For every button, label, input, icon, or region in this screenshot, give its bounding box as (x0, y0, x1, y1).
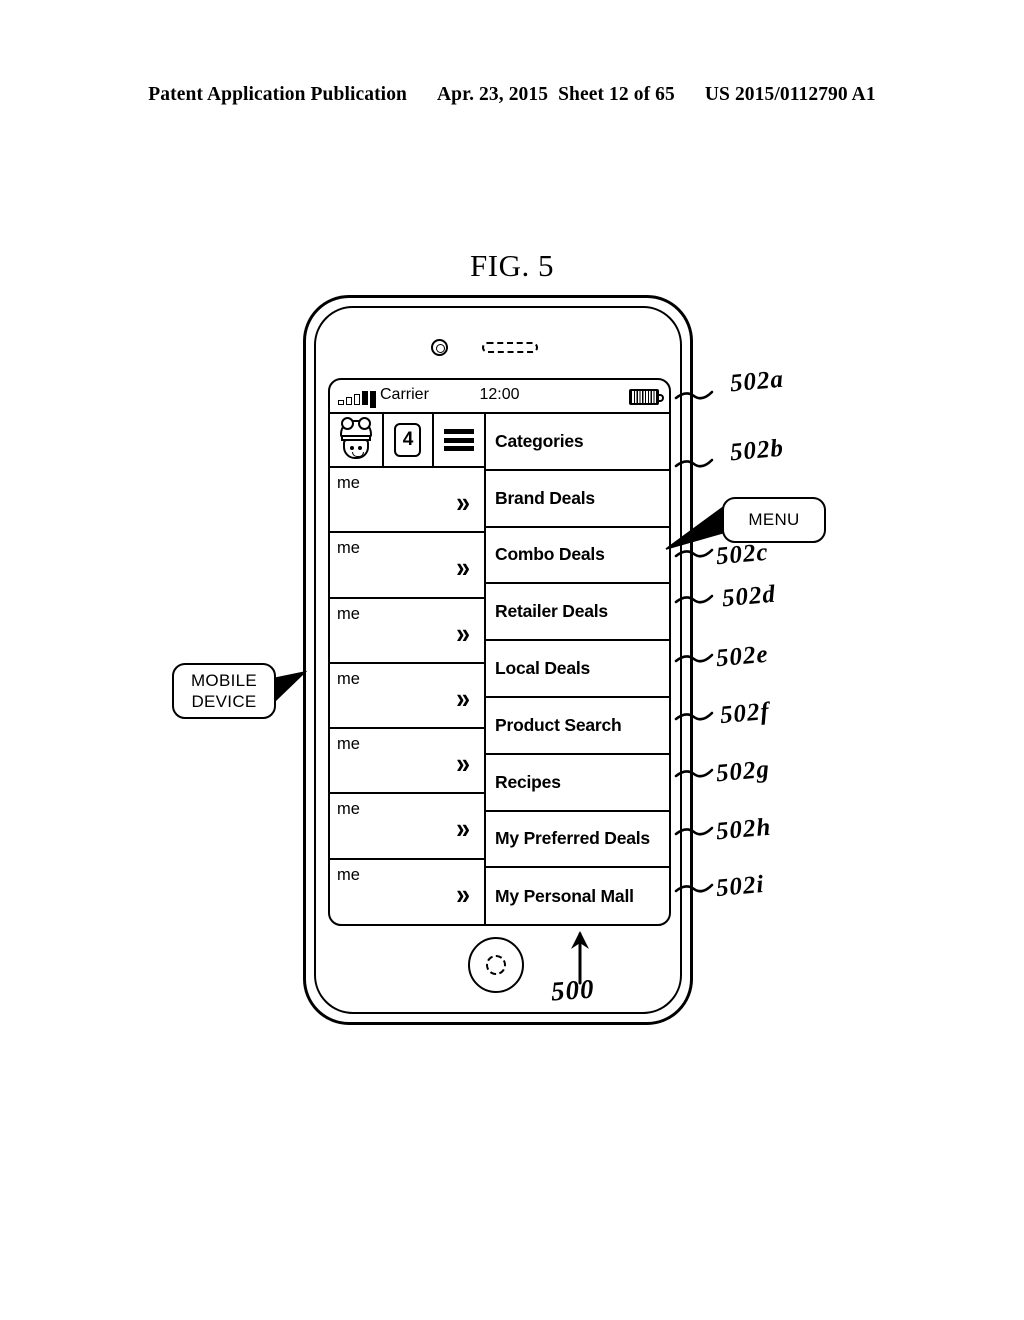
chevron-right-icon: » (456, 878, 470, 911)
count-badge-button[interactable]: 4 (384, 414, 434, 466)
mobile-device: Carrier 12:00 4 me » me » me » me » me »… (303, 295, 693, 1025)
callout-menu-label: MENU (748, 510, 800, 530)
status-bar: Carrier 12:00 (330, 380, 669, 414)
callout-mobile-device: MOBILE DEVICE (172, 663, 276, 719)
ref-numeral-500: 500 (549, 973, 596, 1007)
ref-numeral-502g: 502g (714, 755, 772, 788)
ref-numeral-502d: 502d (720, 580, 778, 613)
chevron-right-icon: » (456, 748, 470, 781)
list-item-label: me (337, 800, 360, 819)
camera-icon (431, 339, 448, 356)
speaker-grille-icon (482, 342, 538, 353)
list-item[interactable]: me » (330, 533, 484, 599)
list-item-label: me (337, 539, 360, 558)
menu-item-product-search[interactable]: Product Search (486, 698, 669, 755)
hamburger-menu-button[interactable] (434, 414, 484, 466)
mobile-device-pointer (275, 670, 308, 702)
publication-header-number: US 2015/0112790 A1 (704, 84, 876, 105)
list-item[interactable]: me » (330, 794, 484, 860)
menu-item-my-personal-mall[interactable]: My Personal Mall (486, 868, 669, 924)
list-item[interactable]: me » (330, 468, 484, 534)
ref-numeral-502a: 502a (728, 365, 786, 398)
callout-mobile-device-line1: MOBILE (190, 670, 258, 690)
callout-menu: MENU (722, 497, 826, 543)
menu-item-recipes[interactable]: Recipes (486, 755, 669, 812)
left-column: 4 me » me » me » me » me » me » me » (330, 414, 486, 924)
screen-content: 4 me » me » me » me » me » me » me » Cat… (330, 414, 669, 924)
ref-numeral-502e: 502e (714, 640, 770, 673)
publication-header-date: Apr. 23, 2015 (437, 84, 549, 105)
home-button-icon[interactable] (468, 937, 524, 993)
count-badge: 4 (394, 423, 422, 457)
menu-list: Categories Brand Deals Combo Deals Retai… (486, 414, 669, 924)
callout-mobile-device-line2: DEVICE (191, 692, 257, 711)
list-item[interactable]: me » (330, 729, 484, 795)
list-item-label: me (337, 735, 360, 754)
ref-numeral-502c: 502c (714, 538, 770, 571)
list-item-label: me (337, 865, 360, 884)
chevron-right-icon: » (456, 682, 470, 715)
list-item[interactable]: me » (330, 664, 484, 730)
phone-screen: Carrier 12:00 4 me » me » me » me » me »… (328, 378, 671, 926)
list-item[interactable]: me » (330, 860, 484, 924)
chevron-right-icon: » (456, 552, 470, 585)
menu-item-my-preferred-deals[interactable]: My Preferred Deals (486, 812, 669, 869)
list-item-label: me (337, 474, 360, 492)
chef-icon (337, 417, 375, 460)
menu-item-combo-deals[interactable]: Combo Deals (486, 528, 669, 585)
chevron-right-icon: » (456, 617, 470, 650)
publication-header-left: Patent Application Publication (148, 84, 407, 105)
ref-numeral-502f: 502f (718, 697, 771, 730)
status-time: 12:00 (479, 386, 520, 403)
list-item[interactable]: me » (330, 599, 484, 664)
publication-header: Patent Application Publication Apr. 23, 2… (0, 84, 1024, 106)
chevron-right-icon: » (456, 813, 470, 846)
list-item-label: me (337, 604, 360, 623)
ref-numeral-502b: 502b (728, 434, 786, 467)
app-toolbar: 4 (330, 414, 484, 468)
menu-item-retailer-deals[interactable]: Retailer Deals (486, 584, 669, 642)
list-item-label: me (337, 669, 360, 688)
hamburger-menu-icon (443, 426, 474, 454)
menu-item-local-deals[interactable]: Local Deals (486, 641, 669, 698)
chef-button[interactable] (330, 414, 385, 466)
ref-numeral-502i: 502i (714, 870, 766, 903)
menu-item-brand-deals[interactable]: Brand Deals (486, 471, 669, 528)
chevron-right-icon: » (456, 486, 470, 520)
publication-header-sheet: Sheet 12 of 65 (558, 84, 675, 105)
battery-icon (629, 389, 664, 405)
menu-item-categories[interactable]: Categories (486, 414, 669, 471)
figure-title: FIG. 5 (470, 248, 554, 283)
ref-numeral-502h: 502h (714, 813, 773, 846)
